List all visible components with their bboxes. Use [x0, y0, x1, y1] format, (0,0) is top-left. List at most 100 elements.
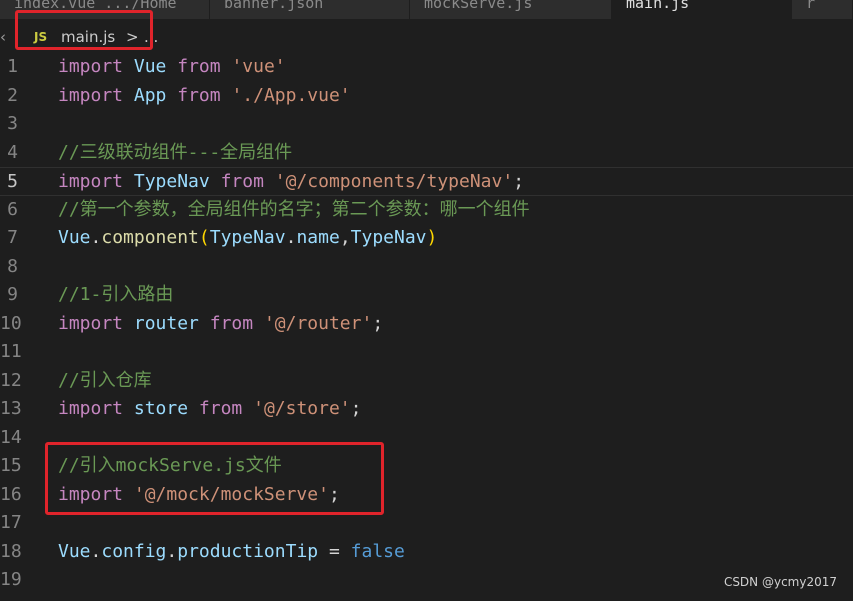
code-token: import: [58, 56, 124, 77]
code-line[interactable]: 2 import App from './App.vue': [0, 82, 853, 111]
code-token: .: [90, 227, 102, 248]
code-token: from: [198, 398, 243, 419]
code-line[interactable]: 8: [0, 253, 853, 282]
code-token: component: [101, 227, 199, 248]
code-token: productionTip: [177, 540, 319, 562]
tab-label: main.js: [626, 0, 690, 12]
code-token: ;: [350, 398, 362, 419]
code-line[interactable]: 12 //引入仓库: [0, 367, 853, 396]
line-number: 14: [0, 426, 22, 448]
code-token: config: [101, 540, 167, 562]
line-number: 7: [7, 227, 18, 248]
code-line[interactable]: 3: [0, 110, 853, 139]
watermark: CSDN @ycmy2017: [723, 575, 837, 589]
line-number: 17: [0, 512, 22, 533]
code-line[interactable]: 4 //三级联动组件---全局组件: [0, 139, 853, 168]
code-line[interactable]: 5 import TypeNav from '@/components/typeN…: [0, 167, 853, 196]
tab-banner-json[interactable]: banner.json: [210, 0, 410, 19]
tab-label: mockServe.js: [424, 0, 533, 12]
line-number: 12: [0, 369, 22, 391]
line-code: //三级联动组件---全局组件: [58, 139, 292, 168]
code-token: import: [58, 312, 124, 334]
code-line[interactable]: 9 //1-引入路由: [0, 281, 853, 310]
code-token: Vue: [58, 227, 91, 248]
line-number: 19: [0, 569, 22, 590]
line-code: import TypeNav from '@/components/typeNa…: [58, 168, 524, 197]
code-token: //三级联动组件---全局组件: [58, 141, 293, 163]
code-token: ,: [339, 227, 351, 248]
code-token: TypeNav: [350, 227, 427, 248]
line-number: 16: [0, 483, 22, 505]
code-token: .: [166, 540, 178, 562]
line-number: 2: [7, 84, 18, 106]
code-token: ;: [513, 171, 525, 192]
code-token: '@/router': [263, 312, 373, 334]
tab-mockserve-js[interactable]: mockServe.js: [410, 0, 612, 19]
code-line[interactable]: 1 import Vue from 'vue': [0, 53, 853, 82]
line-number: 8: [7, 255, 18, 277]
code-token: =: [318, 540, 351, 562]
code-line[interactable]: 13 import store from '@/store';: [0, 395, 853, 424]
code-line[interactable]: 6 //第一个参数，全局组件的名字；第二个参数：哪一个组件: [0, 196, 853, 225]
line-number: 3: [7, 113, 18, 134]
tab-main-js[interactable]: main.js: [612, 0, 792, 19]
line-code: Vue.component(TypeNav.name,TypeNav): [58, 224, 437, 253]
code-token: Vue: [133, 56, 167, 77]
code-token: //1-引入路由: [58, 284, 174, 305]
code-token: App: [133, 84, 167, 106]
code-token: import: [58, 171, 124, 192]
line-number: 18: [0, 540, 22, 562]
code-token: //第一个参数，全局组件的名字；第二个参数：哪一个组件: [58, 198, 530, 220]
line-code: import Vue from 'vue': [58, 53, 286, 82]
code-token: ;: [372, 312, 384, 334]
code-token: router: [133, 312, 199, 334]
line-code: Vue.config.productionTip = false: [58, 538, 405, 567]
tab-label: r: [806, 0, 816, 12]
line-code: //引入仓库: [58, 367, 152, 396]
code-token: from: [177, 84, 221, 106]
code-token: from: [220, 171, 264, 192]
code-token: Vue: [58, 540, 91, 562]
code-token: store: [133, 398, 189, 419]
code-token: TypeNav: [209, 227, 286, 248]
line-number: 9: [7, 284, 18, 305]
line-number: 15: [0, 455, 22, 476]
annotation-box-mock-import: [45, 442, 384, 515]
line-number: 4: [7, 141, 18, 163]
code-token: import: [58, 84, 124, 106]
code-line[interactable]: 10 import router from '@/router';: [0, 310, 853, 339]
code-token: import: [58, 398, 124, 419]
line-code: import router from '@/router';: [58, 310, 383, 339]
line-number: 11: [0, 341, 22, 362]
code-line[interactable]: 7 Vue.component(TypeNav.name,TypeNav): [0, 224, 853, 253]
tab-label: banner.json: [224, 0, 324, 12]
line-code: //第一个参数，全局组件的名字；第二个参数：哪一个组件: [58, 196, 530, 225]
code-token: .: [90, 540, 102, 562]
code-token: from: [177, 56, 221, 77]
tab-next[interactable]: r: [792, 0, 853, 19]
annotation-box-filename: [15, 10, 153, 50]
line-code: import store from '@/store';: [58, 395, 362, 424]
code-line[interactable]: 11: [0, 338, 853, 367]
line-number: 13: [0, 398, 22, 419]
code-token: '@/store': [253, 398, 351, 419]
line-number: 1: [7, 56, 18, 77]
code-token: './App.vue': [231, 84, 351, 106]
code-line[interactable]: 18 Vue.config.productionTip = false: [0, 538, 853, 567]
code-token: 'vue': [231, 56, 286, 77]
line-number: 6: [7, 198, 18, 220]
code-token: false: [350, 540, 405, 562]
